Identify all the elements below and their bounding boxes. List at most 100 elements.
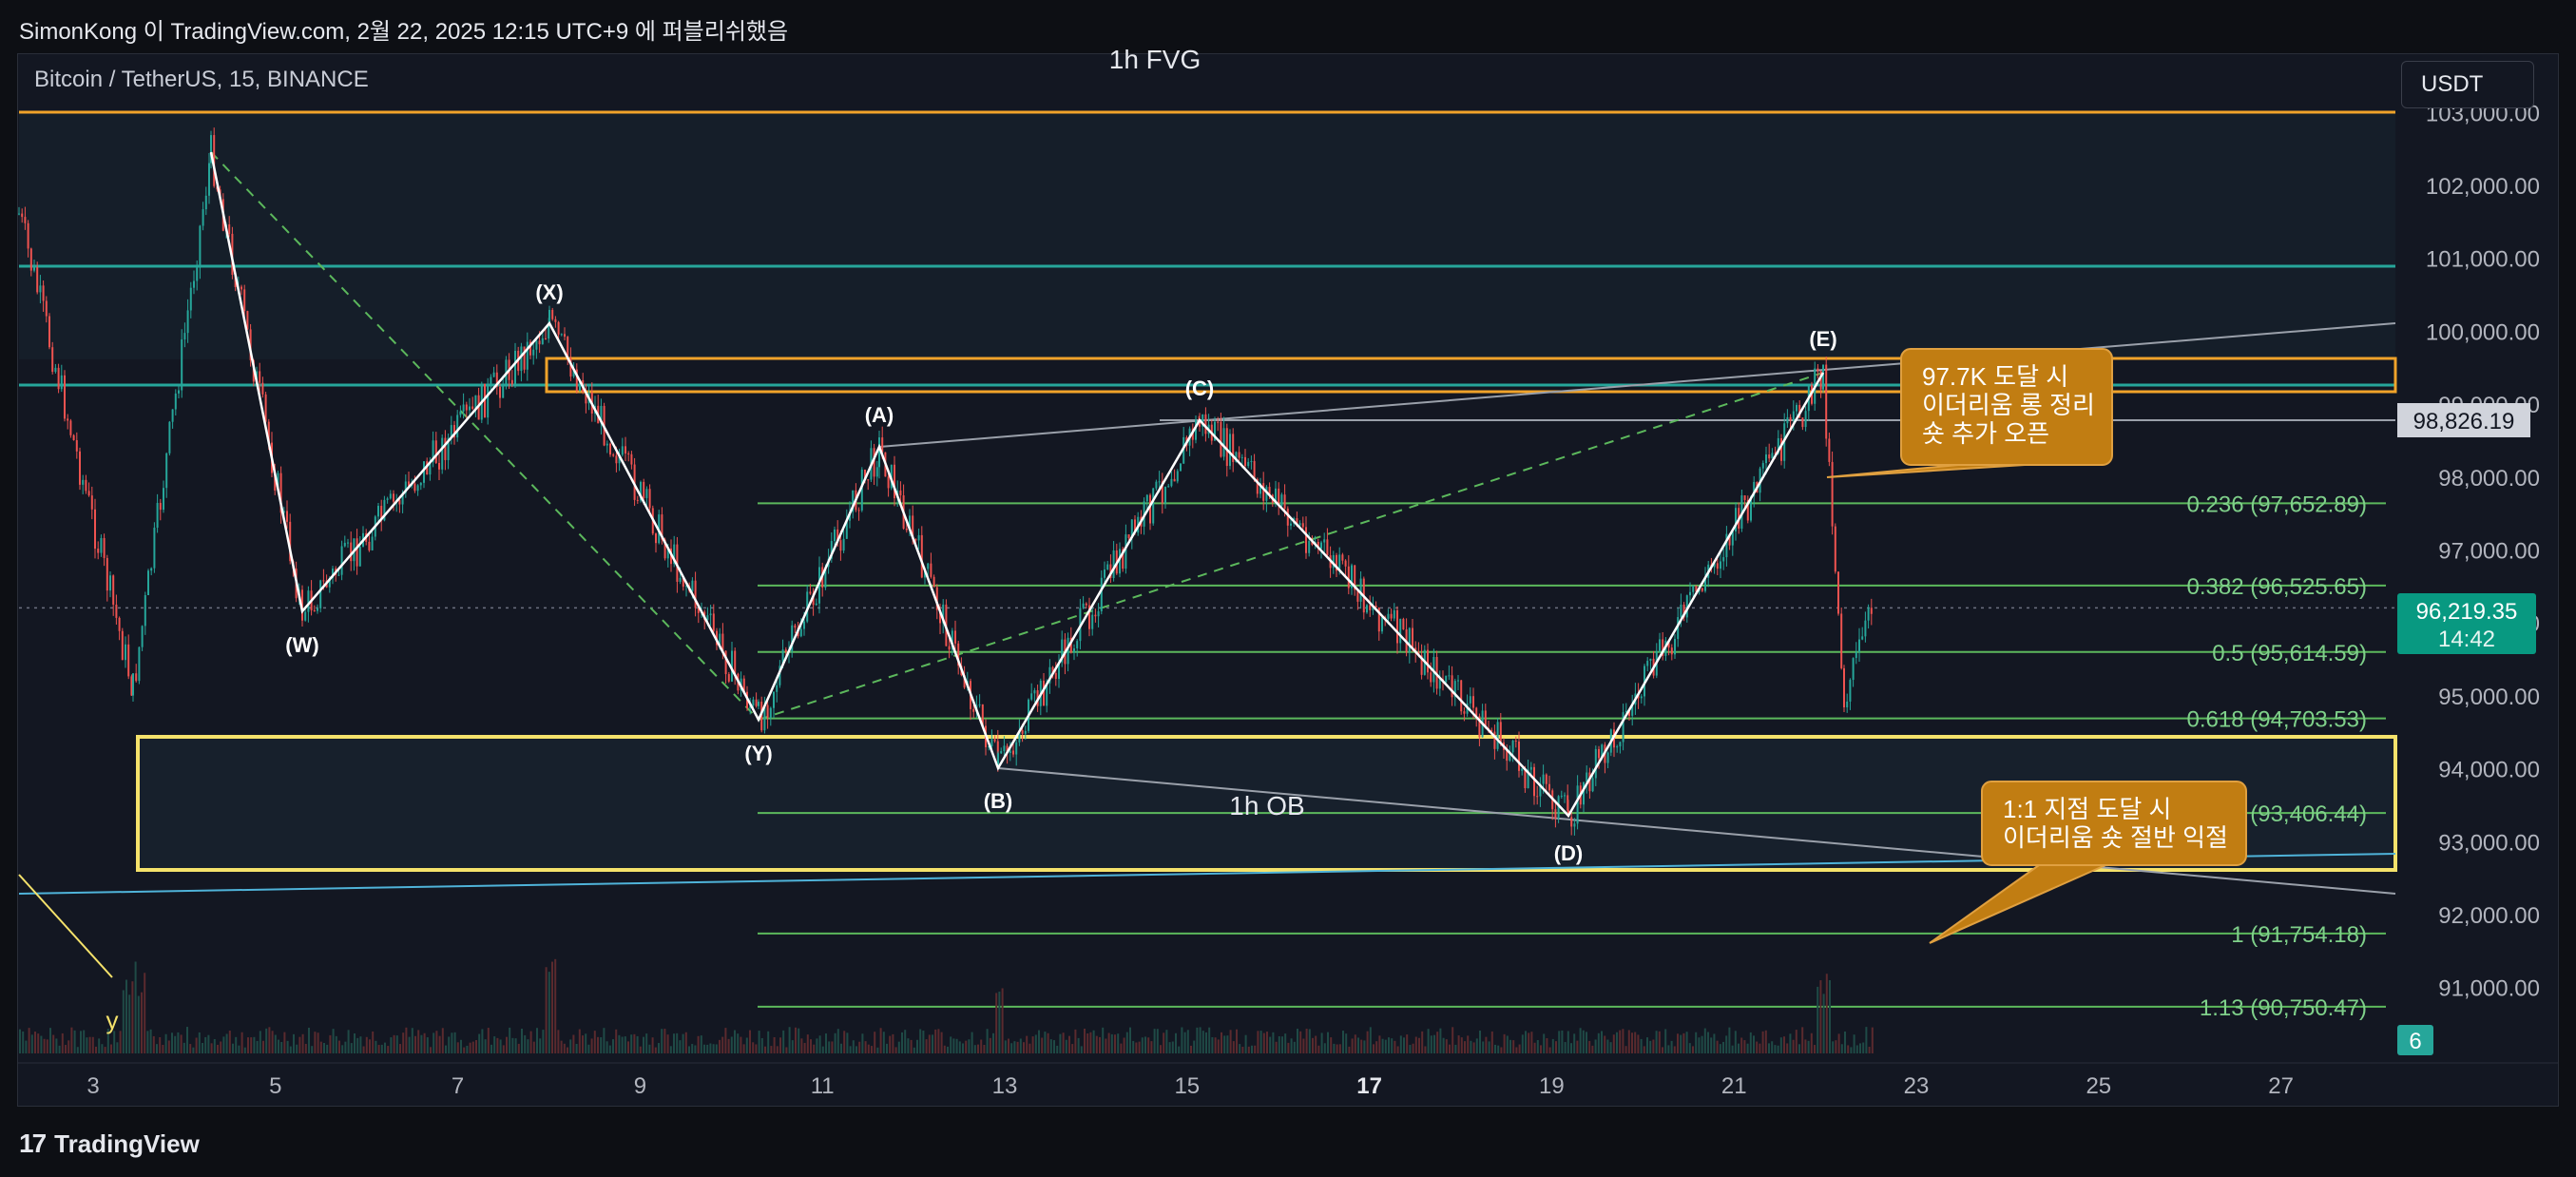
- price-tick-label: 92,000.00: [2438, 903, 2540, 929]
- volume-bar: [1019, 1038, 1022, 1053]
- volume-bar: [1388, 1037, 1390, 1053]
- candle-body: [839, 540, 842, 551]
- candle-body: [545, 338, 547, 339]
- price-tick-label: 94,000.00: [2438, 758, 2540, 783]
- price-tick-label: 100,000.00: [2426, 319, 2540, 345]
- volume-bar: [128, 994, 131, 1053]
- volume-bar: [332, 1029, 335, 1053]
- volume-bar: [590, 1038, 593, 1053]
- volume-bar: [937, 1029, 940, 1053]
- volume-bar: [529, 1031, 532, 1053]
- candle-body: [878, 437, 880, 468]
- candle-body: [1496, 722, 1499, 749]
- candle-body: [1240, 456, 1243, 458]
- volume-bar: [25, 1040, 28, 1053]
- volume-bar: [874, 1032, 876, 1053]
- volume-bar: [86, 1037, 88, 1053]
- currency-selector-button[interactable]: USDT: [2401, 61, 2534, 108]
- volume-bar: [65, 1045, 67, 1053]
- candle-body: [103, 537, 106, 558]
- volume-bar: [271, 1031, 274, 1053]
- volume-bar: [1117, 1033, 1120, 1053]
- volume-bar: [1239, 1044, 1241, 1053]
- candle-body: [712, 613, 715, 631]
- volume-bar: [560, 1040, 563, 1053]
- candle-body: [1145, 494, 1148, 502]
- candle-body: [358, 546, 361, 567]
- volume-bar: [745, 1037, 748, 1053]
- volume-bar: [362, 1046, 365, 1053]
- volume-bar: [992, 1032, 994, 1053]
- volume-bar: [1490, 1031, 1493, 1053]
- volume-bar: [567, 1047, 568, 1053]
- candle-body: [165, 453, 168, 489]
- volume-bar: [308, 1027, 310, 1053]
- candle-body: [1837, 571, 1839, 614]
- volume-bar: [1378, 1035, 1381, 1053]
- candle-body: [972, 708, 975, 712]
- volume-bar: [1586, 1032, 1587, 1053]
- volume-bar: [73, 1030, 76, 1053]
- volume-bar: [1241, 1046, 1244, 1053]
- volume-bar: [1540, 1045, 1542, 1053]
- candle-body: [1359, 578, 1362, 602]
- volume-bar: [1515, 1047, 1518, 1053]
- volume-bar: [1604, 1035, 1606, 1053]
- volume-bar: [238, 1045, 240, 1053]
- candle-body: [510, 379, 513, 385]
- candle-body: [1033, 690, 1036, 694]
- volume-bar: [1695, 1032, 1698, 1053]
- candle-body: [150, 568, 153, 571]
- candle-body: [1786, 416, 1789, 424]
- candle-body: [456, 415, 459, 438]
- volume-bar: [1144, 1036, 1146, 1053]
- volume-bar: [280, 1041, 283, 1053]
- volume-bar: [572, 1034, 575, 1053]
- candle-body: [1280, 494, 1283, 507]
- volume-bar: [1302, 1038, 1305, 1053]
- volume-bar: [1612, 1034, 1615, 1053]
- volume-bar: [1655, 1031, 1658, 1053]
- candle-body: [189, 287, 192, 311]
- candle-body: [1864, 620, 1867, 637]
- candle-body: [679, 577, 682, 582]
- volume-bar: [706, 1044, 709, 1053]
- volume-bar: [1354, 1034, 1356, 1053]
- candle-body: [758, 702, 759, 706]
- volume-bar: [375, 1040, 377, 1053]
- volume-bar: [1588, 1040, 1591, 1053]
- time-tick-label: 3: [87, 1073, 99, 1099]
- volume-bar: [910, 1039, 913, 1053]
- marked-price-label: 98,826.19: [2413, 409, 2515, 434]
- chart-canvas[interactable]: 0.236 (97,652.89) 0.382 (96,525.65) 0.5 (9…: [0, 0, 2576, 1177]
- volume-bar: [1485, 1036, 1488, 1053]
- candle-body: [752, 699, 755, 706]
- volume-bar: [886, 1043, 888, 1053]
- candle-body: [1396, 609, 1398, 644]
- candle-body: [199, 225, 202, 268]
- candle-body: [526, 341, 529, 370]
- volume-bar: [469, 1042, 471, 1053]
- volume-bar: [390, 1037, 393, 1053]
- volume-bar: [798, 1028, 800, 1053]
- volume-bar: [177, 1032, 180, 1053]
- candle-body: [183, 333, 186, 340]
- price-tick-label: 102,000.00: [2426, 174, 2540, 200]
- time-tick-label: 11: [811, 1073, 835, 1099]
- candle-body: [1100, 577, 1103, 612]
- candle-body: [21, 213, 24, 218]
- volume-bar: [773, 1036, 776, 1053]
- candle-body: [1305, 527, 1307, 553]
- candle-body: [1460, 680, 1463, 712]
- candle-body: [609, 443, 611, 455]
- candle-body: [1570, 817, 1573, 827]
- volume-bar: [1205, 1032, 1207, 1053]
- volume-bar: [569, 1039, 572, 1053]
- volume-bar: [95, 1046, 97, 1053]
- volume-bar: [159, 1036, 162, 1053]
- volume-bar: [1369, 1027, 1372, 1053]
- tradingview-logo[interactable]: 17 TradingView: [19, 1129, 200, 1159]
- volume-bar: [1315, 1035, 1317, 1053]
- candle-body: [548, 309, 550, 323]
- volume-bar: [1290, 1038, 1293, 1053]
